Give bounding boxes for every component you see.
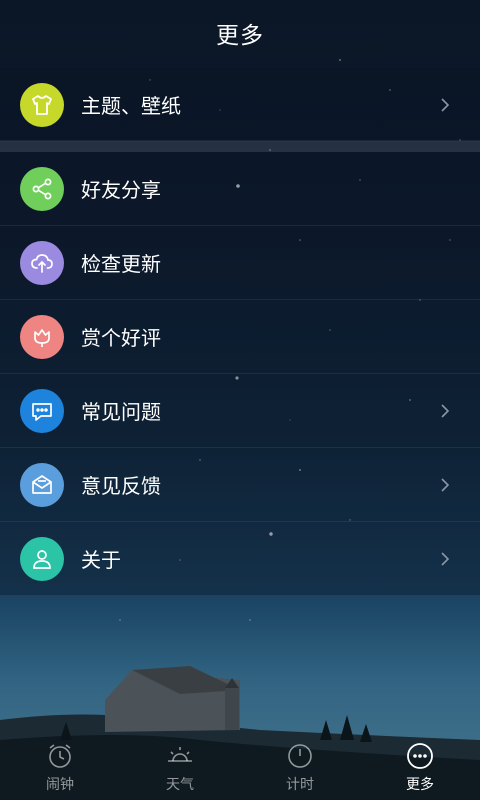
menu-item-label: 常见问题: [81, 400, 161, 424]
menu-item-faq[interactable]: 常见问题: [0, 374, 480, 448]
sun-icon: [168, 747, 192, 762]
alarm-clock-icon: [49, 744, 71, 768]
menu-item-label: 主题、壁纸: [81, 94, 181, 118]
page-title: 更多: [216, 23, 264, 49]
menu-item-rate[interactable]: 赏个好评: [0, 300, 480, 374]
chevron-right-icon: [441, 551, 450, 566]
menu-item-share[interactable]: 好友分享: [0, 152, 480, 226]
menu-group-theme: 主题、壁纸: [0, 68, 480, 142]
tab-alarm[interactable]: 闹钟: [0, 738, 120, 800]
tab-timer[interactable]: 计时: [240, 738, 360, 800]
chevron-right-icon: [441, 403, 450, 418]
tab-label: 计时: [286, 777, 314, 793]
menu-item-feedback[interactable]: 意见反馈: [0, 448, 480, 522]
menu-item-check-update[interactable]: 检查更新: [0, 226, 480, 300]
menu-item-label: 意见反馈: [81, 474, 161, 498]
menu-item-label: 检查更新: [81, 252, 161, 276]
tab-more[interactable]: 更多: [360, 738, 480, 800]
person-icon: [20, 536, 64, 581]
mail-icon: [20, 462, 64, 507]
cloud-update-icon: [20, 240, 64, 285]
menu-item-label: 赏个好评: [81, 326, 161, 350]
chevron-right-icon: [441, 97, 450, 112]
flower-icon: [20, 314, 64, 359]
tab-label: 更多: [406, 777, 434, 793]
tab-label: 闹钟: [46, 777, 74, 793]
menu-item-label: 关于: [81, 548, 121, 572]
chevron-right-icon: [441, 477, 450, 492]
share-icon: [20, 166, 64, 211]
menu-item-about[interactable]: 关于: [0, 522, 480, 596]
menu-group-main: 好友分享 检查更新 赏个好评 常见问题 意见反馈 关于: [0, 152, 480, 596]
menu-item-label: 好友分享: [81, 178, 161, 202]
menu-item-theme[interactable]: 主题、壁纸: [0, 68, 480, 142]
chat-bubble-icon: [20, 388, 64, 433]
tshirt-icon: [20, 82, 64, 127]
bottom-tab-bar: 闹钟 天气 计时 更多: [0, 738, 480, 800]
tab-label: 天气: [166, 777, 194, 793]
tab-weather[interactable]: 天气: [120, 738, 240, 800]
timer-icon: [288, 744, 312, 768]
header-bar: 更多: [0, 0, 480, 66]
more-dots-icon: [407, 743, 433, 769]
